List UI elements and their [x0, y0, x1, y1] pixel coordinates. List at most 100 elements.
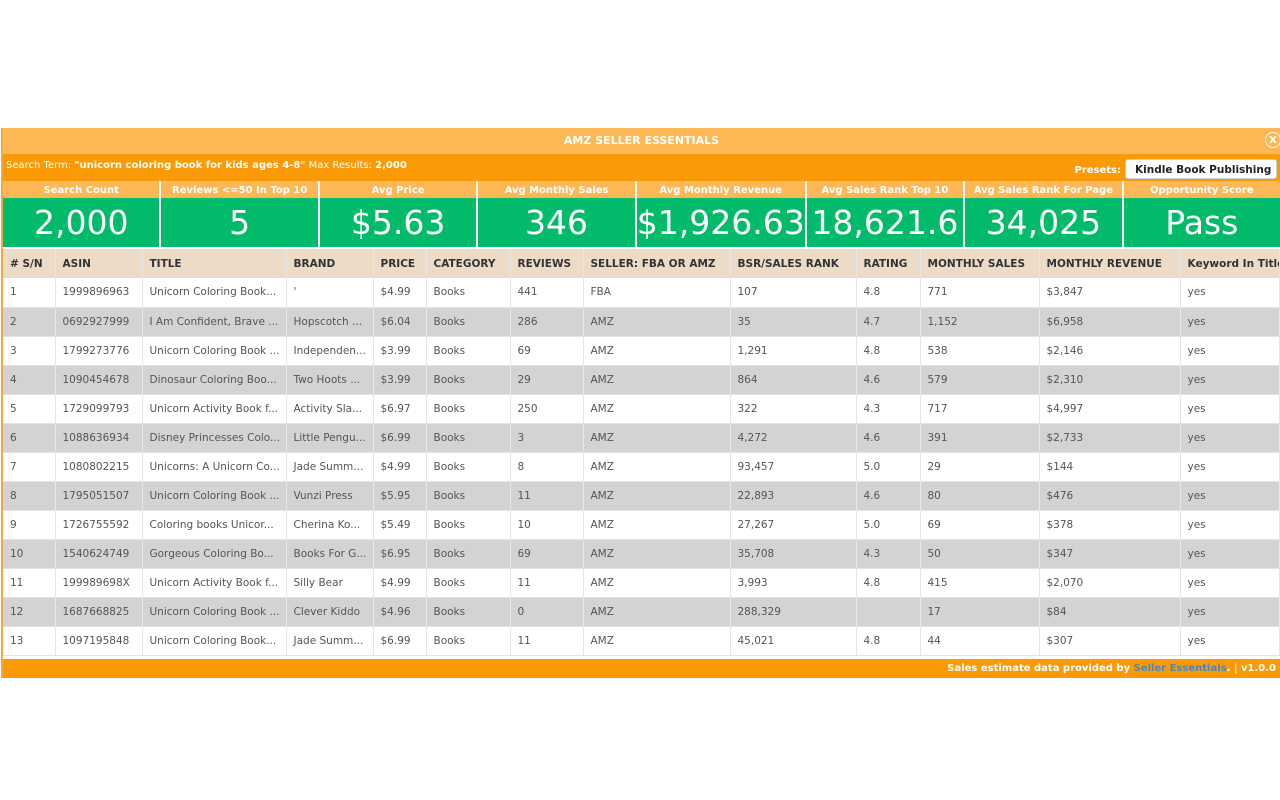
table-cell: AMZ: [583, 307, 731, 337]
table-cell: 9: [3, 510, 56, 540]
table-row[interactable]: 11 199989698X Unicorn Activity Book f... Si…: [3, 568, 1280, 598]
table-cell: 27,267: [730, 510, 857, 540]
table-cell: Silly Bear: [286, 568, 374, 598]
table-cell: $6.95: [373, 539, 427, 569]
column-header[interactable]: BRAND: [286, 249, 374, 278]
stat-label: Avg Monthly Sales: [478, 181, 635, 198]
table-cell: 579: [920, 365, 1040, 395]
column-header[interactable]: REVIEWS: [510, 249, 584, 278]
stat-value: 346: [478, 198, 635, 249]
table-cell: 3: [510, 423, 584, 453]
table-row[interactable]: 7 1080802215 Unicorns: A Unicorn Co... Jade…: [3, 452, 1280, 482]
table-cell: 286: [510, 307, 584, 337]
table-cell: $4,997: [1039, 394, 1181, 424]
column-header[interactable]: # S/N: [3, 249, 56, 278]
table-cell: Coloring books Unicor...: [142, 510, 287, 540]
table-cell: Cherina Ko...: [286, 510, 374, 540]
table-cell: AMZ: [583, 423, 731, 453]
column-header[interactable]: PRICE: [373, 249, 427, 278]
max-results-value: 2,000: [375, 159, 407, 171]
table-row[interactable]: 12 1687668825 Unicorn Coloring Book ... Cle…: [3, 597, 1280, 627]
stat-value: 18,621.6: [806, 198, 964, 249]
stat-label: Search Count: [3, 181, 160, 198]
table-cell: yes: [1180, 307, 1280, 337]
table-cell: Books: [426, 626, 511, 656]
table-cell: 12: [3, 597, 56, 627]
table-cell: 4.6: [856, 423, 921, 453]
table-cell: $2,146: [1039, 336, 1181, 366]
table-cell: 1097195848: [55, 626, 143, 656]
table-row[interactable]: 2 0692927999 I Am Confident, Brave ... Hops…: [3, 307, 1280, 337]
stat-card: Avg Monthly Revenue $1,926.63: [636, 181, 807, 249]
table-cell: AMZ: [583, 626, 731, 656]
table-cell: $378: [1039, 510, 1181, 540]
presets-select[interactable]: Kindle Book Publishing: [1125, 159, 1277, 179]
seller-essentials-link[interactable]: Seller Essentials: [1134, 663, 1227, 674]
table-cell: 6: [3, 423, 56, 453]
max-results-label: Max Results:: [305, 159, 376, 171]
table-cell: Gorgeous Coloring Bo...: [142, 539, 287, 569]
table-cell: Books: [426, 481, 511, 511]
stat-card: Avg Sales Rank Top 10 18,621.6: [806, 181, 966, 249]
table-cell: 1090454678: [55, 365, 143, 395]
table-row[interactable]: 5 1729099793 Unicorn Activity Book f... Act…: [3, 394, 1280, 424]
column-header[interactable]: Keyword In Title: [1180, 249, 1280, 278]
table-cell: 22,893: [730, 481, 857, 511]
column-header[interactable]: TITLE: [142, 249, 287, 278]
table-cell: 29: [510, 365, 584, 395]
table-cell: 29: [920, 452, 1040, 482]
stat-label: Opportunity Score: [1123, 181, 1280, 198]
table-cell: yes: [1180, 278, 1280, 308]
table-row[interactable]: 9 1726755592 Coloring books Unicor... Cheri…: [3, 510, 1280, 540]
close-button[interactable]: X: [1265, 132, 1280, 148]
table-cell: $6.99: [373, 423, 427, 453]
table-cell: 771: [920, 278, 1040, 308]
table-cell: $2,070: [1039, 568, 1181, 598]
table-cell: $6.99: [373, 626, 427, 656]
table-cell: $3,847: [1039, 278, 1181, 308]
table-cell: 1540624749: [55, 539, 143, 569]
column-header[interactable]: SELLER: FBA OR AMZ: [583, 249, 731, 278]
table-cell: AMZ: [583, 510, 731, 540]
table-cell: 5.0: [856, 452, 921, 482]
table-cell: Unicorn Coloring Book...: [142, 278, 287, 308]
table-cell: Unicorn Coloring Book...: [142, 626, 287, 656]
table-row[interactable]: 6 1088636934 Disney Princesses Colo... Litt…: [3, 423, 1280, 453]
table-row[interactable]: 3 1799273776 Unicorn Coloring Book ... Inde…: [3, 336, 1280, 366]
table-cell: Books: [426, 278, 511, 308]
table-cell: yes: [1180, 336, 1280, 366]
table-cell: Little Pengu...: [286, 423, 374, 453]
table-cell: 1726755592: [55, 510, 143, 540]
table-row[interactable]: 1 1999896963 Unicorn Coloring Book... ' $4.9…: [3, 278, 1280, 308]
table-cell: 1: [3, 278, 56, 308]
stat-card: Reviews <=50 In Top 10 5: [161, 181, 320, 249]
results-table-container[interactable]: # S/N ASIN TITLE BRAND PRICE CATEGORY REVIEWS S…: [3, 249, 1280, 658]
column-header[interactable]: BSR/SALES RANK: [730, 249, 857, 278]
table-cell: 4.6: [856, 365, 921, 395]
table-row[interactable]: 4 1090454678 Dinosaur Coloring Boo... Two H…: [3, 365, 1280, 395]
table-cell: Books For G...: [286, 539, 374, 569]
stat-value: 2,000: [3, 198, 160, 249]
column-header[interactable]: MONTHLY REVENUE: [1039, 249, 1181, 278]
column-header[interactable]: CATEGORY: [426, 249, 511, 278]
table-cell: Dinosaur Coloring Boo...: [142, 365, 287, 395]
table-cell: Clever Kiddo: [286, 597, 374, 627]
table-row[interactable]: 10 1540624749 Gorgeous Coloring Bo... Books…: [3, 539, 1280, 569]
table-cell: yes: [1180, 568, 1280, 598]
table-cell: Unicorns: A Unicorn Co...: [142, 452, 287, 482]
table-cell: 11: [510, 568, 584, 598]
table-cell: 13: [3, 626, 56, 656]
table-cell: Unicorn Activity Book f...: [142, 568, 287, 598]
table-cell: 69: [920, 510, 1040, 540]
column-header[interactable]: RATING: [856, 249, 921, 278]
table-cell: AMZ: [583, 597, 731, 627]
column-header[interactable]: MONTHLY SALES: [920, 249, 1040, 278]
table-row[interactable]: 13 1097195848 Unicorn Coloring Book... Jade…: [3, 626, 1280, 656]
table-cell: 391: [920, 423, 1040, 453]
table-cell: AMZ: [583, 539, 731, 569]
app-title: AMZ SELLER ESSENTIALS: [563, 134, 720, 147]
table-cell: 4.8: [856, 336, 921, 366]
table-cell: Unicorn Coloring Book ...: [142, 597, 287, 627]
table-row[interactable]: 8 1795051507 Unicorn Coloring Book ... Vunz…: [3, 481, 1280, 511]
column-header[interactable]: ASIN: [55, 249, 143, 278]
